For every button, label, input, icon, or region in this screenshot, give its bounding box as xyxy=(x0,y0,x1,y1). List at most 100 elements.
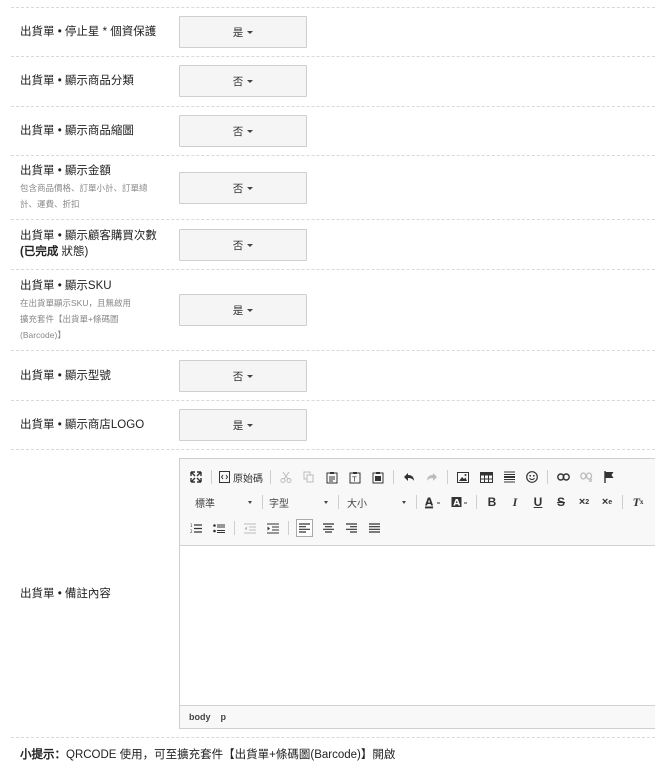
toolbar-separator xyxy=(447,470,448,484)
hint-divider xyxy=(11,737,655,738)
setting-row-privacy: 出貨單 • 停止星 * 個資保護 是 xyxy=(11,8,655,57)
setting-row-model: 出貨單 • 顯示型號 否 xyxy=(11,351,655,401)
svg-text:A: A xyxy=(453,498,460,508)
align-justify-icon[interactable] xyxy=(366,519,382,537)
caret-down-icon xyxy=(402,500,406,504)
setting-description: 包含商品價格、訂單小計、訂單總 計、運費、折扣 xyxy=(20,183,148,209)
toolbar-separator xyxy=(622,495,623,509)
setting-row-logo: 出貨單 • 顯示商店LOGO 是 xyxy=(11,401,655,450)
cut-icon[interactable] xyxy=(278,468,294,486)
caret-down-icon xyxy=(247,308,254,312)
underline-icon[interactable]: U xyxy=(530,493,546,511)
size-combo[interactable]: 大小 xyxy=(341,493,410,511)
outdent-icon[interactable] xyxy=(242,519,258,537)
numbered-list-icon[interactable]: 12 xyxy=(188,519,204,537)
paste-icon[interactable] xyxy=(324,468,340,486)
setting-row-thumbnail: 出貨單 • 顯示商品縮圖 否 xyxy=(11,107,655,156)
select-value: 否 xyxy=(232,182,244,195)
category-select[interactable]: 否 xyxy=(179,65,307,97)
image-icon[interactable] xyxy=(455,468,471,486)
source-button[interactable]: 原始碼 xyxy=(219,468,263,486)
svg-text:A: A xyxy=(425,496,434,508)
italic-icon[interactable]: I xyxy=(507,493,523,511)
horizontal-line-icon[interactable] xyxy=(501,468,517,486)
redo-icon[interactable] xyxy=(424,468,440,486)
indent-icon[interactable] xyxy=(265,519,281,537)
smiley-icon[interactable] xyxy=(524,468,540,486)
caret-down-icon xyxy=(247,374,254,378)
logo-select[interactable]: 是 xyxy=(179,409,307,441)
setting-row-purchase-count: 出貨單 • 顯示顧客購買次數 (已完成 狀態) 否 xyxy=(11,220,655,270)
format-combo[interactable]: 標準 xyxy=(188,493,256,511)
select-value: 否 xyxy=(232,125,244,138)
text-color-icon[interactable]: A xyxy=(424,493,442,511)
caret-down-icon xyxy=(247,79,254,83)
toolbar-separator xyxy=(211,470,212,484)
undo-icon[interactable] xyxy=(401,468,417,486)
setting-label-status: (已完成 狀態) xyxy=(20,246,89,258)
toolbar-separator xyxy=(476,495,477,509)
setting-label: 出貨單 • 停止星 * 個資保護 xyxy=(20,26,157,38)
setting-row-category: 出貨單 • 顯示商品分類 否 xyxy=(11,57,655,107)
caret-down-icon xyxy=(247,423,254,427)
setting-label: 出貨單 • 顯示顧客購買次數 xyxy=(20,230,157,242)
select-value: 是 xyxy=(232,304,244,317)
svg-text:1: 1 xyxy=(190,523,193,528)
svg-text:2: 2 xyxy=(190,529,193,534)
setting-label: 出貨單 • 顯示SKU xyxy=(20,280,112,292)
caret-down-icon xyxy=(247,186,254,190)
purchase-count-select[interactable]: 否 xyxy=(179,229,307,261)
setting-label: 出貨單 • 顯示金額 xyxy=(20,165,111,177)
sku-select[interactable]: 是 xyxy=(179,294,307,326)
select-value: 是 xyxy=(232,419,244,432)
unlink-icon[interactable] xyxy=(578,468,594,486)
caret-down-icon xyxy=(247,129,254,133)
toolbar-separator xyxy=(416,495,417,509)
thumbnail-select[interactable]: 否 xyxy=(179,115,307,147)
copy-icon[interactable] xyxy=(301,468,317,486)
link-icon[interactable] xyxy=(555,468,571,486)
caret-down-icon xyxy=(248,500,252,504)
background-color-icon[interactable]: A xyxy=(451,493,469,511)
select-value: 是 xyxy=(232,26,244,39)
caret-down-icon xyxy=(324,500,328,504)
font-combo[interactable]: 字型 xyxy=(265,493,332,511)
superscript-icon[interactable]: × e xyxy=(599,493,615,511)
align-right-icon[interactable] xyxy=(343,519,359,537)
hint-text: 小提示：QRCODE 使用，可至擴充套件【出貨單+條碼圖(Barcode)】開啟 xyxy=(20,749,396,761)
source-icon xyxy=(219,471,230,483)
path-p[interactable]: p xyxy=(221,712,227,722)
select-value: 否 xyxy=(232,75,244,88)
align-left-icon[interactable] xyxy=(296,519,313,537)
maximize-icon[interactable] xyxy=(188,468,204,486)
svg-text:T: T xyxy=(351,475,357,483)
bold-icon[interactable]: B xyxy=(484,493,500,511)
toolbar-separator xyxy=(338,495,339,509)
setting-label: 出貨單 • 備註內容 xyxy=(20,588,111,600)
setting-label: 出貨單 • 顯示商品縮圖 xyxy=(20,125,134,137)
path-body[interactable]: body xyxy=(189,712,211,722)
model-select[interactable]: 否 xyxy=(179,360,307,392)
setting-row-sku: 出貨單 • 顯示SKU 在出貨單顯示SKU，且無啟用 擴充套件【出貨單+條碼圖 … xyxy=(11,270,655,351)
flag-icon[interactable] xyxy=(601,468,617,486)
paste-text-icon[interactable]: T xyxy=(347,468,363,486)
table-icon[interactable] xyxy=(478,468,494,486)
setting-row-amount: 出貨單 • 顯示金額 包含商品價格、訂單小計、訂單總 計、運費、折扣 否 xyxy=(11,156,655,220)
subscript-icon[interactable]: × 2 xyxy=(576,493,592,511)
setting-label: 出貨單 • 顯示商品分類 xyxy=(20,75,134,87)
caret-down-icon xyxy=(247,30,254,34)
bulleted-list-icon[interactable] xyxy=(211,519,227,537)
setting-label: 出貨單 • 顯示型號 xyxy=(20,370,111,382)
privacy-select[interactable]: 是 xyxy=(179,16,307,48)
align-center-icon[interactable] xyxy=(320,519,336,537)
paste-word-icon[interactable] xyxy=(370,468,386,486)
editor-content-area[interactable] xyxy=(180,547,655,706)
toolbar-separator xyxy=(262,495,263,509)
toolbar-separator xyxy=(288,521,289,535)
strikethrough-icon[interactable]: S xyxy=(553,493,569,511)
editor-toolbar: 原始碼 T 標準 字型 大小 A A B I U S × 2 × e T x 1… xyxy=(180,459,655,546)
rich-text-editor: 原始碼 T 標準 字型 大小 A A B I U S × 2 × e T x 1… xyxy=(179,458,655,729)
remove-format-icon[interactable]: Tx xyxy=(630,493,646,511)
toolbar-separator xyxy=(547,470,548,484)
amount-select[interactable]: 否 xyxy=(179,172,307,204)
